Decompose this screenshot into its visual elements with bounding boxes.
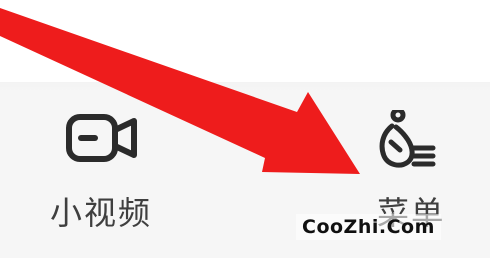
top-content-area (0, 0, 490, 82)
tab-small-video[interactable]: 小视频 (26, 100, 176, 240)
video-camera-icon (26, 110, 176, 170)
watermark: CooZhi.Com (296, 214, 441, 240)
divider (0, 82, 490, 92)
user-menu-icon (336, 110, 486, 170)
tab-label-small-video: 小视频 (49, 194, 152, 232)
